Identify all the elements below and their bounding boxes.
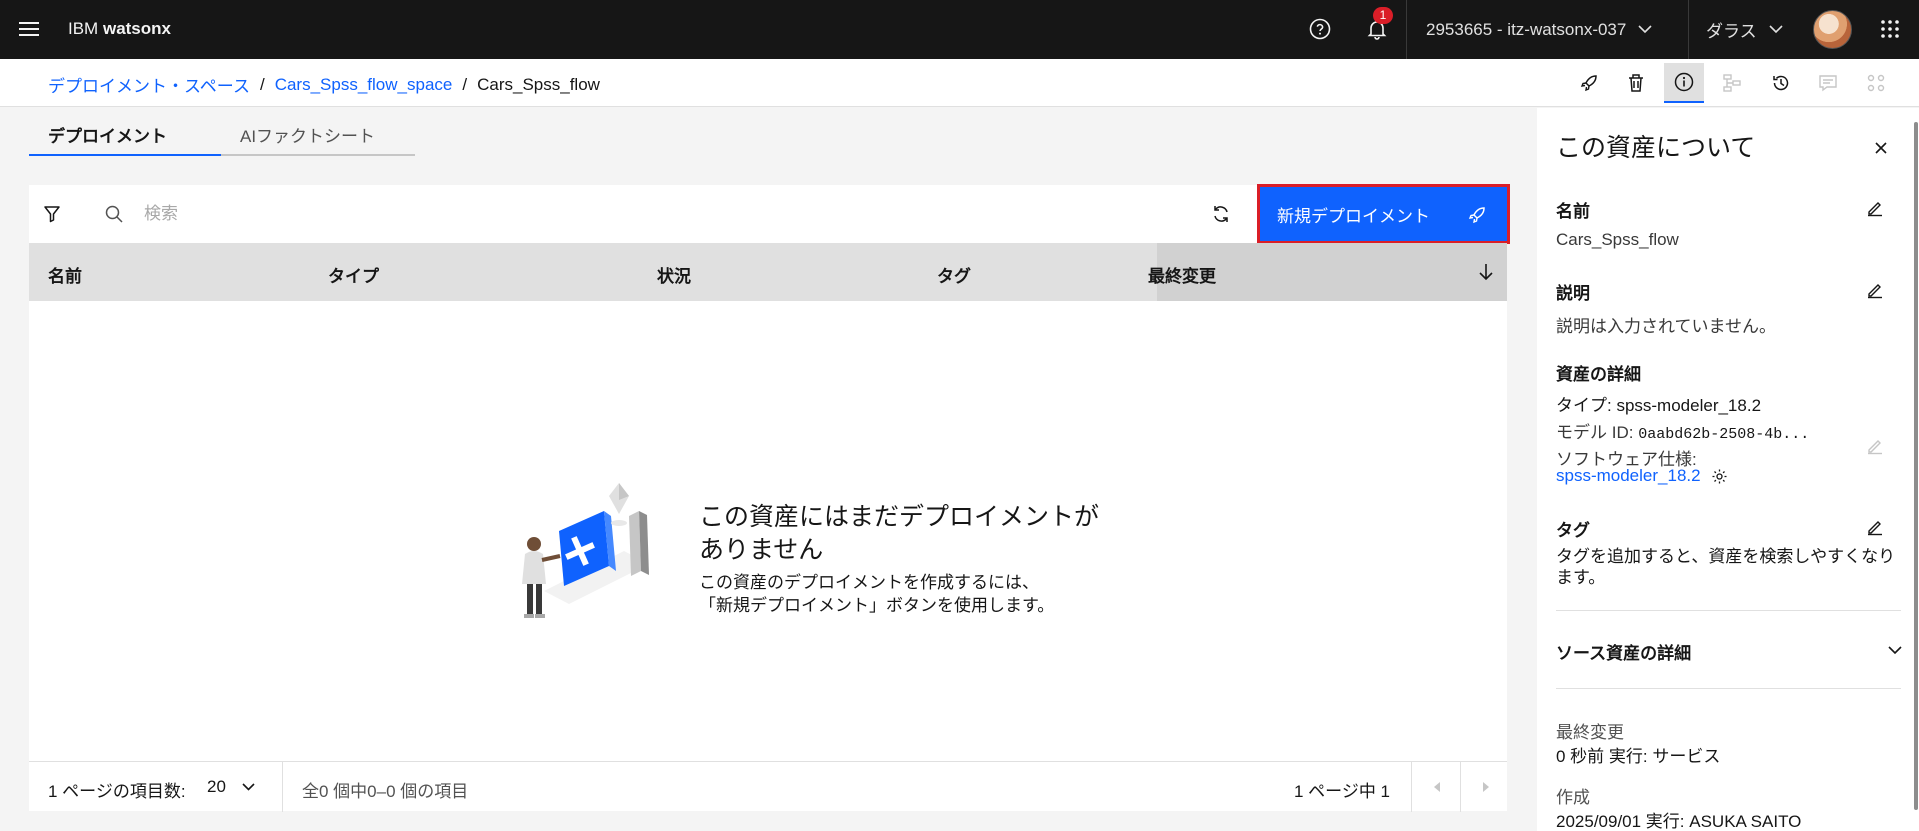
page-count-text: 1 ページ中 1 — [1294, 782, 1391, 801]
help-icon[interactable] — [1300, 9, 1340, 49]
empty-state-title: この資産にはまだデプロイメントがありません — [699, 503, 1100, 564]
model-id-label: モデル ID: — [1556, 423, 1634, 442]
name-label: 名前 — [1556, 202, 1590, 221]
breadcrumb-space[interactable]: Cars_Spss_flow_space — [275, 75, 453, 95]
breadcrumb-deployment-spaces[interactable]: デプロイメント・スペース — [48, 72, 250, 97]
breadcrumb-separator: / — [462, 74, 468, 94]
last-modified-label: 最終変更 — [1556, 723, 1624, 742]
item-range-text: 全0 個中0–0 個の項目 — [302, 782, 469, 801]
account-switcher[interactable]: 2953665 - itz-watsonx-037 — [1406, 0, 1686, 59]
software-spec-link[interactable]: spss-modeler_18.2 — [1556, 466, 1701, 486]
breadcrumb-separator: / — [259, 74, 265, 94]
edit-software-spec-icon — [1863, 434, 1887, 458]
refresh-icon[interactable] — [1211, 204, 1231, 224]
empty-state-description: この資産のデプロイメントを作成するには、 「新規デプロイメント」ボタンを使用しま… — [699, 571, 1099, 617]
chevron-down-icon — [242, 783, 255, 791]
search-icon — [104, 204, 124, 224]
brand-prefix: IBM — [68, 19, 99, 38]
top-header: IBM watsonx 1 2953665 - itz-watsonx-037 … — [0, 0, 1919, 59]
region-switcher[interactable]: ダラス — [1690, 0, 1798, 59]
empty-state-line2: 「新規デプロイメント」ボタンを使用します。 — [699, 596, 1055, 615]
related-assets-icon[interactable] — [1856, 63, 1896, 103]
product-name[interactable]: IBM watsonx — [68, 19, 171, 39]
tags-label: タグ — [1556, 521, 1590, 540]
breadcrumb-bar: デプロイメント・スペース / Cars_Spss_flow_space / Ca… — [0, 59, 1919, 107]
chevron-down-icon[interactable] — [1883, 638, 1907, 662]
model-id-value: 0aabd62b-2508-4b... — [1638, 426, 1810, 443]
history-icon[interactable] — [1761, 63, 1801, 103]
region-label: ダラス — [1706, 22, 1757, 41]
brand-name: watsonx — [102, 19, 171, 38]
chevron-down-icon — [1769, 25, 1783, 34]
tab-ai-factsheet[interactable]: AIファクトシート — [221, 108, 415, 156]
filter-icon[interactable] — [42, 204, 62, 224]
previous-page-button[interactable] — [1412, 762, 1461, 812]
close-icon[interactable] — [1861, 128, 1901, 168]
comment-icon[interactable] — [1808, 63, 1848, 103]
description-label: 説明 — [1556, 284, 1590, 303]
table-body: この資産にはまだデプロイメントがありません この資産のデプロイメントを作成するに… — [29, 301, 1507, 761]
account-label: 2953665 - itz-watsonx-037 — [1426, 19, 1627, 39]
side-panel-scrollbar[interactable] — [1914, 122, 1918, 810]
empty-state-line1: この資産のデプロイメントを作成するには、 — [699, 573, 1039, 592]
created-label: 作成 — [1556, 788, 1590, 807]
empty-state-illustration — [489, 476, 699, 646]
rocket-icon — [1468, 207, 1485, 224]
edit-name-icon[interactable] — [1863, 196, 1887, 220]
column-header-status[interactable]: 状況 — [657, 262, 691, 287]
deploy-rocket-icon[interactable] — [1569, 63, 1609, 103]
source-asset-details-toggle[interactable]: ソース資産の詳細 — [1556, 639, 1691, 664]
breadcrumb-current: Cars_Spss_flow — [477, 74, 600, 94]
created-value: 2025/09/01 実行: ASUKA SAITO — [1556, 812, 1802, 831]
app-switcher-icon[interactable] — [1870, 9, 1910, 49]
info-icon[interactable] — [1664, 63, 1704, 103]
menu-icon[interactable] — [9, 9, 49, 49]
asset-details-label: 資産の詳細 — [1556, 365, 1641, 384]
panel-title: この資産について — [1556, 134, 1756, 162]
tags-description: タグを追加すると、資産を検索しやすくなり ます。 — [1556, 546, 1901, 588]
new-deployment-label: 新規デプロイメント — [1277, 206, 1430, 226]
column-header-name[interactable]: 名前 — [48, 262, 82, 287]
breadcrumb: デプロイメント・スペース / Cars_Spss_flow_space / Ca… — [48, 72, 600, 97]
lineage-icon[interactable] — [1712, 63, 1752, 103]
edit-description-icon[interactable] — [1863, 278, 1887, 302]
tab-list: デプロイメント AIファクトシート — [29, 108, 415, 156]
name-value: Cars_Spss_flow — [1556, 230, 1679, 249]
items-per-page-select[interactable]: 20 — [207, 777, 255, 797]
gear-icon[interactable] — [1711, 468, 1728, 485]
next-page-button[interactable] — [1461, 762, 1510, 812]
chevron-down-icon — [1638, 25, 1652, 34]
items-per-page-label: 1 ページの項目数: — [48, 782, 186, 801]
items-per-page-value: 20 — [207, 777, 226, 796]
tab-deployments[interactable]: デプロイメント — [29, 108, 221, 156]
edit-tags-icon[interactable] — [1863, 515, 1887, 539]
asset-type: タイプ: spss-modeler_18.2 — [1556, 396, 1762, 415]
caret-right-icon — [1482, 782, 1489, 792]
delete-icon[interactable] — [1616, 63, 1656, 103]
column-header-type[interactable]: タイプ — [328, 262, 379, 287]
model-id: モデル ID: 0aabd62b-2508-4b... — [1556, 418, 1809, 443]
column-header-tags[interactable]: タグ — [937, 262, 971, 287]
new-deployment-button[interactable]: 新規デプロイメント — [1257, 184, 1510, 244]
tags-line1: タグを追加すると、資産を検索しやすくなり — [1556, 547, 1896, 566]
column-header-last-modified[interactable]: 最終変更 — [1148, 262, 1216, 287]
table-header: 名前 タイプ 状況 タグ 最終変更 — [29, 243, 1507, 301]
arrow-down-icon[interactable] — [1477, 262, 1495, 282]
search-input[interactable] — [144, 200, 944, 228]
tags-line2: ます。 — [1556, 568, 1606, 587]
last-modified-value: 0 秒前 実行: サービス — [1556, 747, 1721, 766]
pagination: 1 ページの項目数: 20 全0 個中0–0 個の項目 1 ページ中 1 — [29, 761, 1510, 812]
avatar[interactable] — [1813, 10, 1852, 49]
software-spec: spss-modeler_18.2 — [1556, 466, 1728, 486]
caret-left-icon — [1433, 782, 1440, 792]
description-value: 説明は入力されていません。 — [1556, 317, 1776, 336]
notification-badge: 1 — [1373, 7, 1393, 24]
about-asset-panel: この資産について 名前 Cars_Spss_flow 説明 説明は入力されていま… — [1537, 108, 1919, 831]
